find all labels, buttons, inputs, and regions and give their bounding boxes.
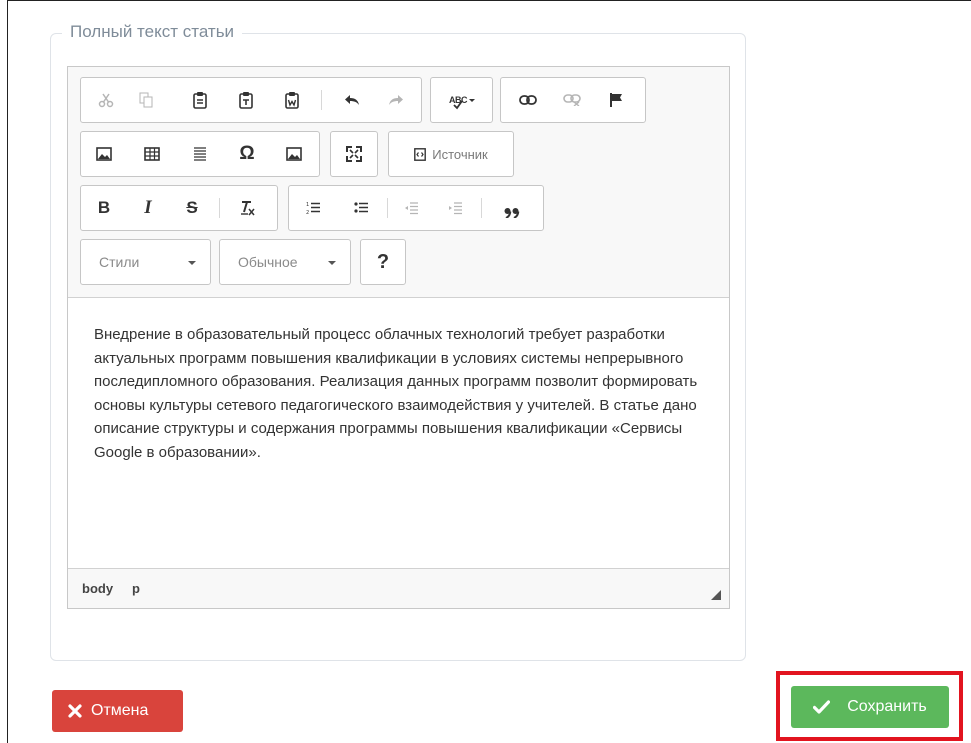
- close-icon: [68, 704, 82, 718]
- redo-button[interactable]: [379, 78, 413, 122]
- image2-button[interactable]: [277, 132, 311, 176]
- scissors-icon: [98, 93, 114, 108]
- checkmark-icon: [813, 700, 831, 714]
- horizontal-rule-icon: [194, 147, 206, 161]
- indent-button[interactable]: [437, 186, 473, 230]
- help-button[interactable]: ?: [361, 240, 405, 284]
- insert-group: Ω: [80, 131, 320, 177]
- copy-button[interactable]: [129, 78, 163, 122]
- format-combo[interactable]: Обычное: [219, 239, 351, 285]
- resize-handle-icon[interactable]: [711, 590, 721, 600]
- image-icon: [96, 147, 112, 161]
- svg-text:1: 1: [306, 202, 309, 208]
- editor-toolbar: ABC Ω Источник B I S 1 2 Стили Обычное ?: [68, 67, 729, 298]
- rich-text-editor: ABC Ω Источник B I S 1 2 Стили Обычное ?…: [67, 66, 730, 609]
- chevron-down-icon: [328, 261, 336, 265]
- maximize-group: [330, 131, 378, 177]
- paste-word-icon: [285, 92, 299, 109]
- omega-icon: Ω: [239, 143, 255, 164]
- window-border-top: [7, 0, 971, 1]
- undo-icon: [345, 95, 359, 105]
- fieldset-legend: Полный текст статьи: [62, 20, 243, 44]
- maximize-button[interactable]: [337, 132, 371, 176]
- cut-button[interactable]: [89, 78, 123, 122]
- paragraph-group: 12: [288, 185, 544, 231]
- paste-text-icon: [239, 92, 253, 109]
- link-group: [500, 77, 646, 123]
- paste-word-button[interactable]: [275, 78, 309, 122]
- cancel-label: Отмена: [91, 702, 149, 719]
- clipboard-group: [80, 77, 422, 123]
- numbered-list-icon: 12: [306, 202, 320, 215]
- editor-content[interactable]: Внедрение в образовательный процесс обла…: [94, 323, 714, 465]
- styles-combo[interactable]: Стили: [80, 239, 211, 285]
- link-button[interactable]: [509, 78, 547, 122]
- flag-icon: [610, 93, 622, 107]
- unlink-icon: [563, 94, 581, 106]
- source-label: Источник: [432, 146, 488, 162]
- paste-button[interactable]: [183, 78, 217, 122]
- chevron-down-icon: [188, 261, 196, 265]
- table-button[interactable]: [135, 132, 169, 176]
- table-icon: [144, 147, 160, 161]
- horizontal-rule-button[interactable]: [183, 132, 217, 176]
- anchor-button[interactable]: [597, 78, 635, 122]
- paste-text-button[interactable]: [229, 78, 263, 122]
- bold-icon: B: [97, 198, 111, 217]
- bullet-list-icon: [354, 202, 368, 213]
- source-group: Источник: [388, 131, 514, 177]
- spellcheck-group: ABC: [430, 77, 493, 123]
- link-icon: [519, 95, 537, 105]
- image-icon: [286, 147, 302, 161]
- bold-button[interactable]: B: [87, 186, 121, 230]
- maximize-icon: [346, 146, 362, 162]
- help-icon: ?: [376, 250, 390, 273]
- remove-format-icon: [241, 201, 255, 216]
- chevron-down-icon: [469, 98, 475, 102]
- unlink-button[interactable]: [553, 78, 591, 122]
- styles-label: Стили: [99, 254, 140, 270]
- quote-icon: [504, 208, 520, 218]
- format-label: Обычное: [238, 254, 298, 270]
- source-icon: [414, 147, 427, 161]
- path-crumb-body[interactable]: body: [82, 581, 113, 596]
- basic-styles-group: B I S: [80, 185, 278, 231]
- editor-pathbar: body p: [68, 568, 729, 608]
- strike-button[interactable]: S: [175, 186, 209, 230]
- remove-format-button[interactable]: [227, 186, 267, 230]
- path-crumb-p[interactable]: p: [132, 581, 140, 596]
- blockquote-button[interactable]: [489, 186, 535, 230]
- help-group: ?: [360, 239, 406, 285]
- strikethrough-icon: S: [186, 198, 198, 217]
- svg-text:2: 2: [306, 210, 309, 215]
- image-button[interactable]: [87, 132, 121, 176]
- numbered-list-button[interactable]: 12: [295, 186, 331, 230]
- indent-icon: [449, 202, 462, 215]
- outdent-button[interactable]: [393, 186, 429, 230]
- source-button[interactable]: Источник: [389, 132, 513, 176]
- bullet-list-button[interactable]: [343, 186, 379, 230]
- save-label: Сохранить: [847, 698, 927, 715]
- undo-button[interactable]: [335, 78, 369, 122]
- save-button[interactable]: Сохранить: [791, 686, 949, 728]
- italic-button[interactable]: I: [131, 186, 165, 230]
- special-char-button[interactable]: Ω: [227, 132, 267, 176]
- redo-icon: [389, 95, 403, 105]
- cancel-button[interactable]: Отмена: [52, 690, 183, 732]
- paste-icon: [193, 92, 207, 109]
- copy-icon: [139, 92, 153, 108]
- spellcheck-button[interactable]: ABC: [435, 78, 489, 122]
- italic-icon: I: [144, 197, 152, 218]
- window-border-left: [7, 0, 8, 743]
- outdent-icon: [405, 202, 418, 215]
